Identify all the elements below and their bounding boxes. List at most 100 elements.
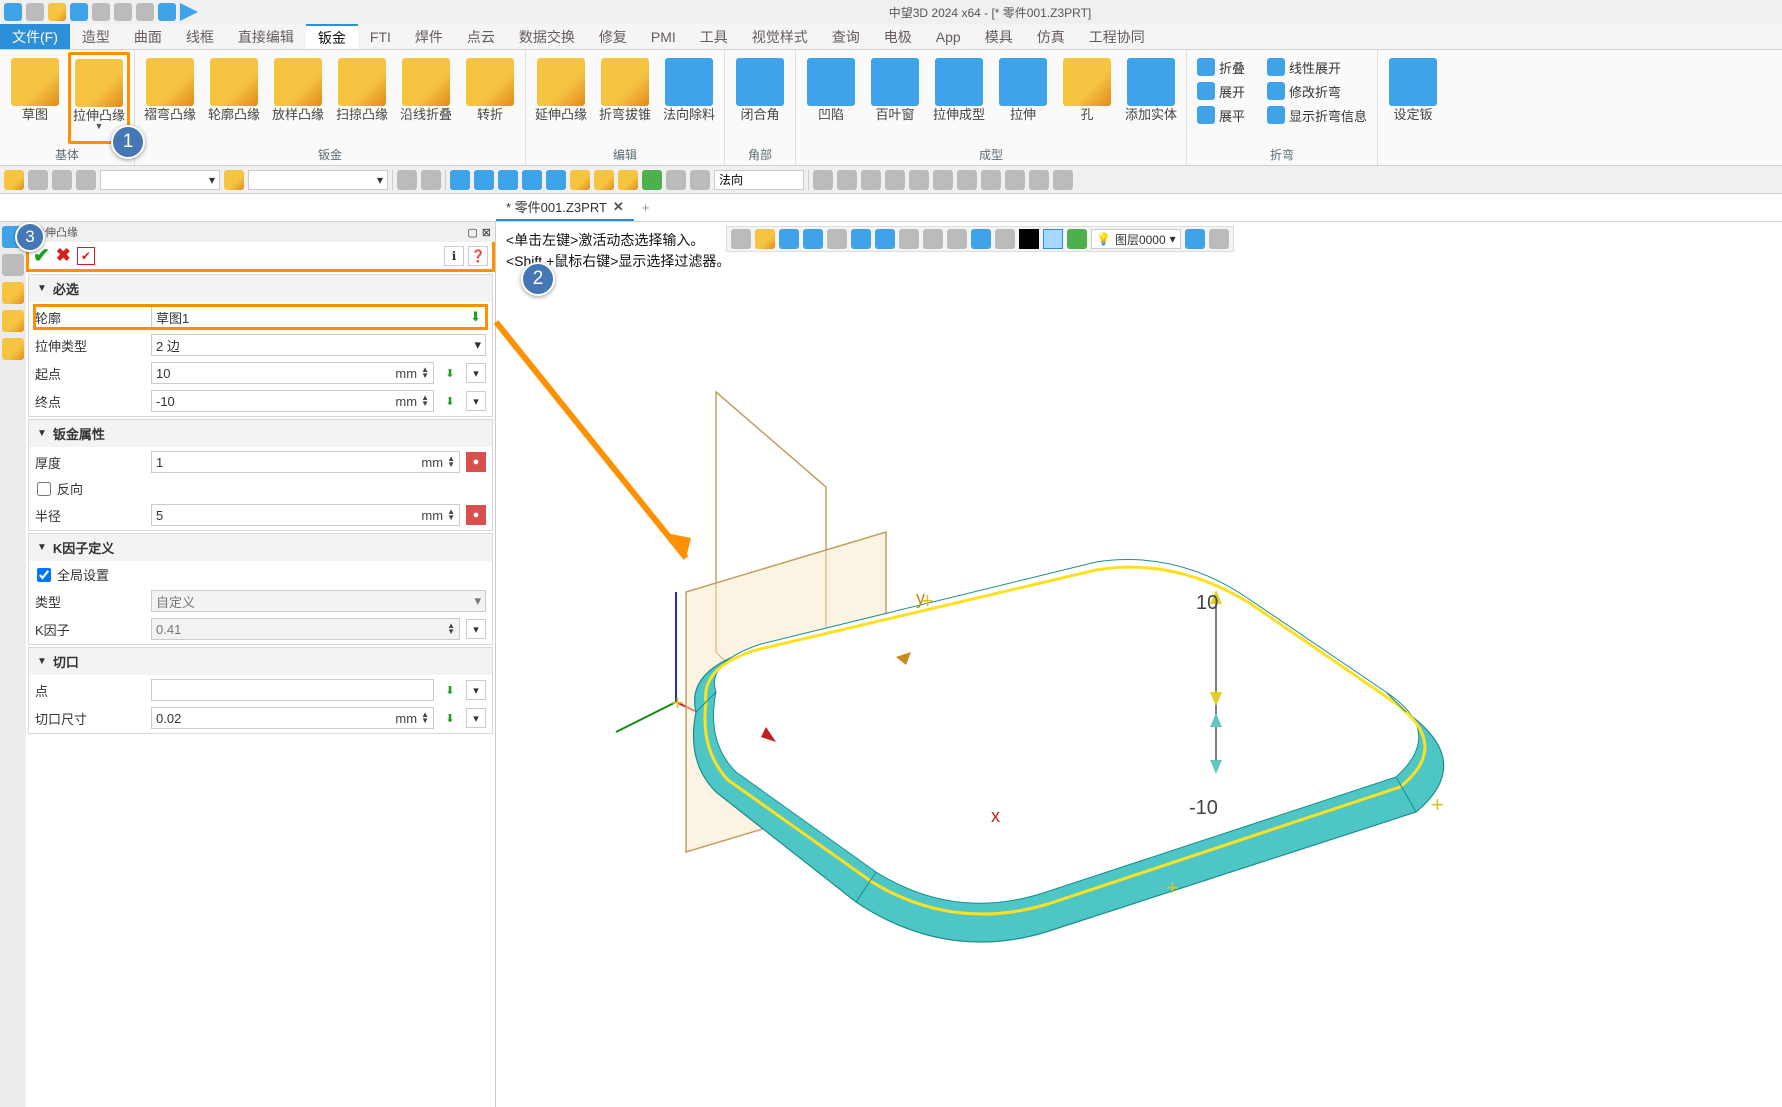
edit-bend-button[interactable]: 修改折弯: [1261, 80, 1373, 102]
tab-weld[interactable]: 焊件: [403, 24, 455, 49]
stretch-form-button[interactable]: 拉伸成型: [928, 52, 990, 144]
profile-input[interactable]: 草图1⬇: [151, 306, 486, 328]
snap-near-icon[interactable]: [981, 170, 1001, 190]
section-head[interactable]: 必选: [29, 275, 492, 302]
unfold-button[interactable]: 展开: [1191, 80, 1251, 102]
undo-icon[interactable]: [114, 3, 132, 21]
vb12-icon[interactable]: [995, 229, 1015, 249]
vb1-icon[interactable]: [731, 229, 751, 249]
lock-icon[interactable]: ●: [466, 452, 486, 472]
louver-button[interactable]: 百叶窗: [864, 52, 926, 144]
tab-tools[interactable]: 工具: [688, 24, 740, 49]
tab-wire[interactable]: 线框: [174, 24, 226, 49]
cutpoint-input[interactable]: [151, 679, 434, 701]
loft-flange-button[interactable]: 放样凸缘: [267, 52, 329, 144]
color-blue-icon[interactable]: [1043, 229, 1063, 249]
bend-taper-button[interactable]: 折弯拔锥: [594, 52, 656, 144]
profile-flange-button[interactable]: 轮廓凸缘: [203, 52, 265, 144]
cube2-icon[interactable]: [594, 170, 614, 190]
align4-icon[interactable]: [522, 170, 542, 190]
tab-sheetmetal[interactable]: 钣金: [306, 24, 358, 49]
extend-flange-button[interactable]: 延伸凸缘: [530, 52, 592, 144]
pick-point-icon[interactable]: ⬇: [440, 391, 460, 411]
vb9-icon[interactable]: [923, 229, 943, 249]
snap-pt-icon[interactable]: [813, 170, 833, 190]
tab-file[interactable]: 文件(F): [0, 24, 70, 49]
new-tab-button[interactable]: +: [634, 200, 658, 215]
viewport[interactable]: <单击左键>激活动态选择输入。 <Shift +鼠标右键>显示选择过滤器。 💡图…: [496, 222, 1782, 1107]
side-tab-history-icon[interactable]: [2, 254, 24, 276]
snap-ctr-icon[interactable]: [861, 170, 881, 190]
cancel-button[interactable]: ✖: [56, 245, 71, 266]
vb8-icon[interactable]: [899, 229, 919, 249]
app-menu-icon[interactable]: [4, 3, 22, 21]
align-icon[interactable]: [450, 170, 470, 190]
grid2-icon[interactable]: [690, 170, 710, 190]
lasso-select-icon[interactable]: [76, 170, 96, 190]
rect-select-icon[interactable]: [52, 170, 72, 190]
add-body-button[interactable]: 添加实体: [1120, 52, 1182, 144]
snap-end-icon[interactable]: [1005, 170, 1025, 190]
print-icon[interactable]: [92, 3, 110, 21]
cube-icon[interactable]: [570, 170, 590, 190]
vb5-icon[interactable]: [827, 229, 847, 249]
option-icon[interactable]: ▾: [466, 391, 486, 411]
tab-fti[interactable]: FTI: [358, 24, 403, 49]
vb13-icon[interactable]: [1067, 229, 1087, 249]
flip-checkbox[interactable]: [37, 482, 51, 496]
thickness-input[interactable]: 1mm▲▼: [151, 451, 460, 473]
lock-icon[interactable]: ●: [466, 505, 486, 525]
global-checkbox[interactable]: [37, 568, 51, 582]
jog-button[interactable]: 转折: [459, 52, 521, 144]
filter-dropdown[interactable]: ▾: [100, 170, 220, 190]
align5-icon[interactable]: [546, 170, 566, 190]
help-button[interactable]: ❓: [468, 246, 488, 266]
flatten-button[interactable]: 展平: [1191, 104, 1251, 126]
layer-select[interactable]: 💡图层0000▾: [1091, 229, 1181, 249]
vb10-icon[interactable]: [947, 229, 967, 249]
tab-pmi[interactable]: PMI: [639, 24, 688, 49]
tool-2-icon[interactable]: [421, 170, 441, 190]
side-tab-layers-icon[interactable]: [2, 282, 24, 304]
save-icon[interactable]: [70, 3, 88, 21]
open-icon[interactable]: [48, 3, 66, 21]
extrude-flange-button[interactable]: 拉伸凸缘 ▼ 1: [68, 52, 130, 144]
window-select-icon[interactable]: [28, 170, 48, 190]
vb14-icon[interactable]: [1185, 229, 1205, 249]
sweep-flange-button[interactable]: 扫掠凸缘: [331, 52, 393, 144]
refresh-icon[interactable]: [158, 3, 176, 21]
normal-cut-button[interactable]: 法向除料: [658, 52, 720, 144]
tab-query[interactable]: 查询: [820, 24, 872, 49]
side-tab-render-icon[interactable]: [2, 310, 24, 332]
end-input[interactable]: -10mm▲▼: [151, 390, 434, 412]
tab-collab[interactable]: 工程协同: [1077, 24, 1157, 49]
extrude-button[interactable]: 拉伸: [992, 52, 1054, 144]
snap-quad-icon[interactable]: [957, 170, 977, 190]
snap-perp-icon[interactable]: [909, 170, 929, 190]
align3-icon[interactable]: [498, 170, 518, 190]
tab-exchange[interactable]: 数据交换: [507, 24, 587, 49]
tab-repair[interactable]: 修复: [587, 24, 639, 49]
redo-icon[interactable]: [136, 3, 154, 21]
tab-app[interactable]: App: [924, 24, 973, 49]
vb4-icon[interactable]: [803, 229, 823, 249]
cube3-icon[interactable]: [618, 170, 638, 190]
section-head[interactable]: 切口: [29, 648, 492, 675]
linear-unfold-button[interactable]: 线性展开: [1261, 56, 1373, 78]
sketch-button[interactable]: 草图: [4, 52, 66, 144]
section-head[interactable]: 钣金属性: [29, 420, 492, 447]
cursor-icon[interactable]: [4, 170, 24, 190]
color-black-icon[interactable]: [1019, 229, 1039, 249]
dimple-button[interactable]: 凹陷: [800, 52, 862, 144]
grid-icon[interactable]: [666, 170, 686, 190]
pick-icon[interactable]: ⬇: [470, 309, 481, 325]
align2-icon[interactable]: [474, 170, 494, 190]
direction-input[interactable]: [714, 170, 804, 190]
pick-point-icon[interactable]: ⬇: [440, 708, 460, 728]
tab-surface[interactable]: 曲面: [122, 24, 174, 49]
tab-visual[interactable]: 视觉样式: [740, 24, 820, 49]
vb7-icon[interactable]: [875, 229, 895, 249]
vb15-icon[interactable]: [1209, 229, 1229, 249]
tab-sim[interactable]: 仿真: [1025, 24, 1077, 49]
start-input[interactable]: 10mm▲▼: [151, 362, 434, 384]
